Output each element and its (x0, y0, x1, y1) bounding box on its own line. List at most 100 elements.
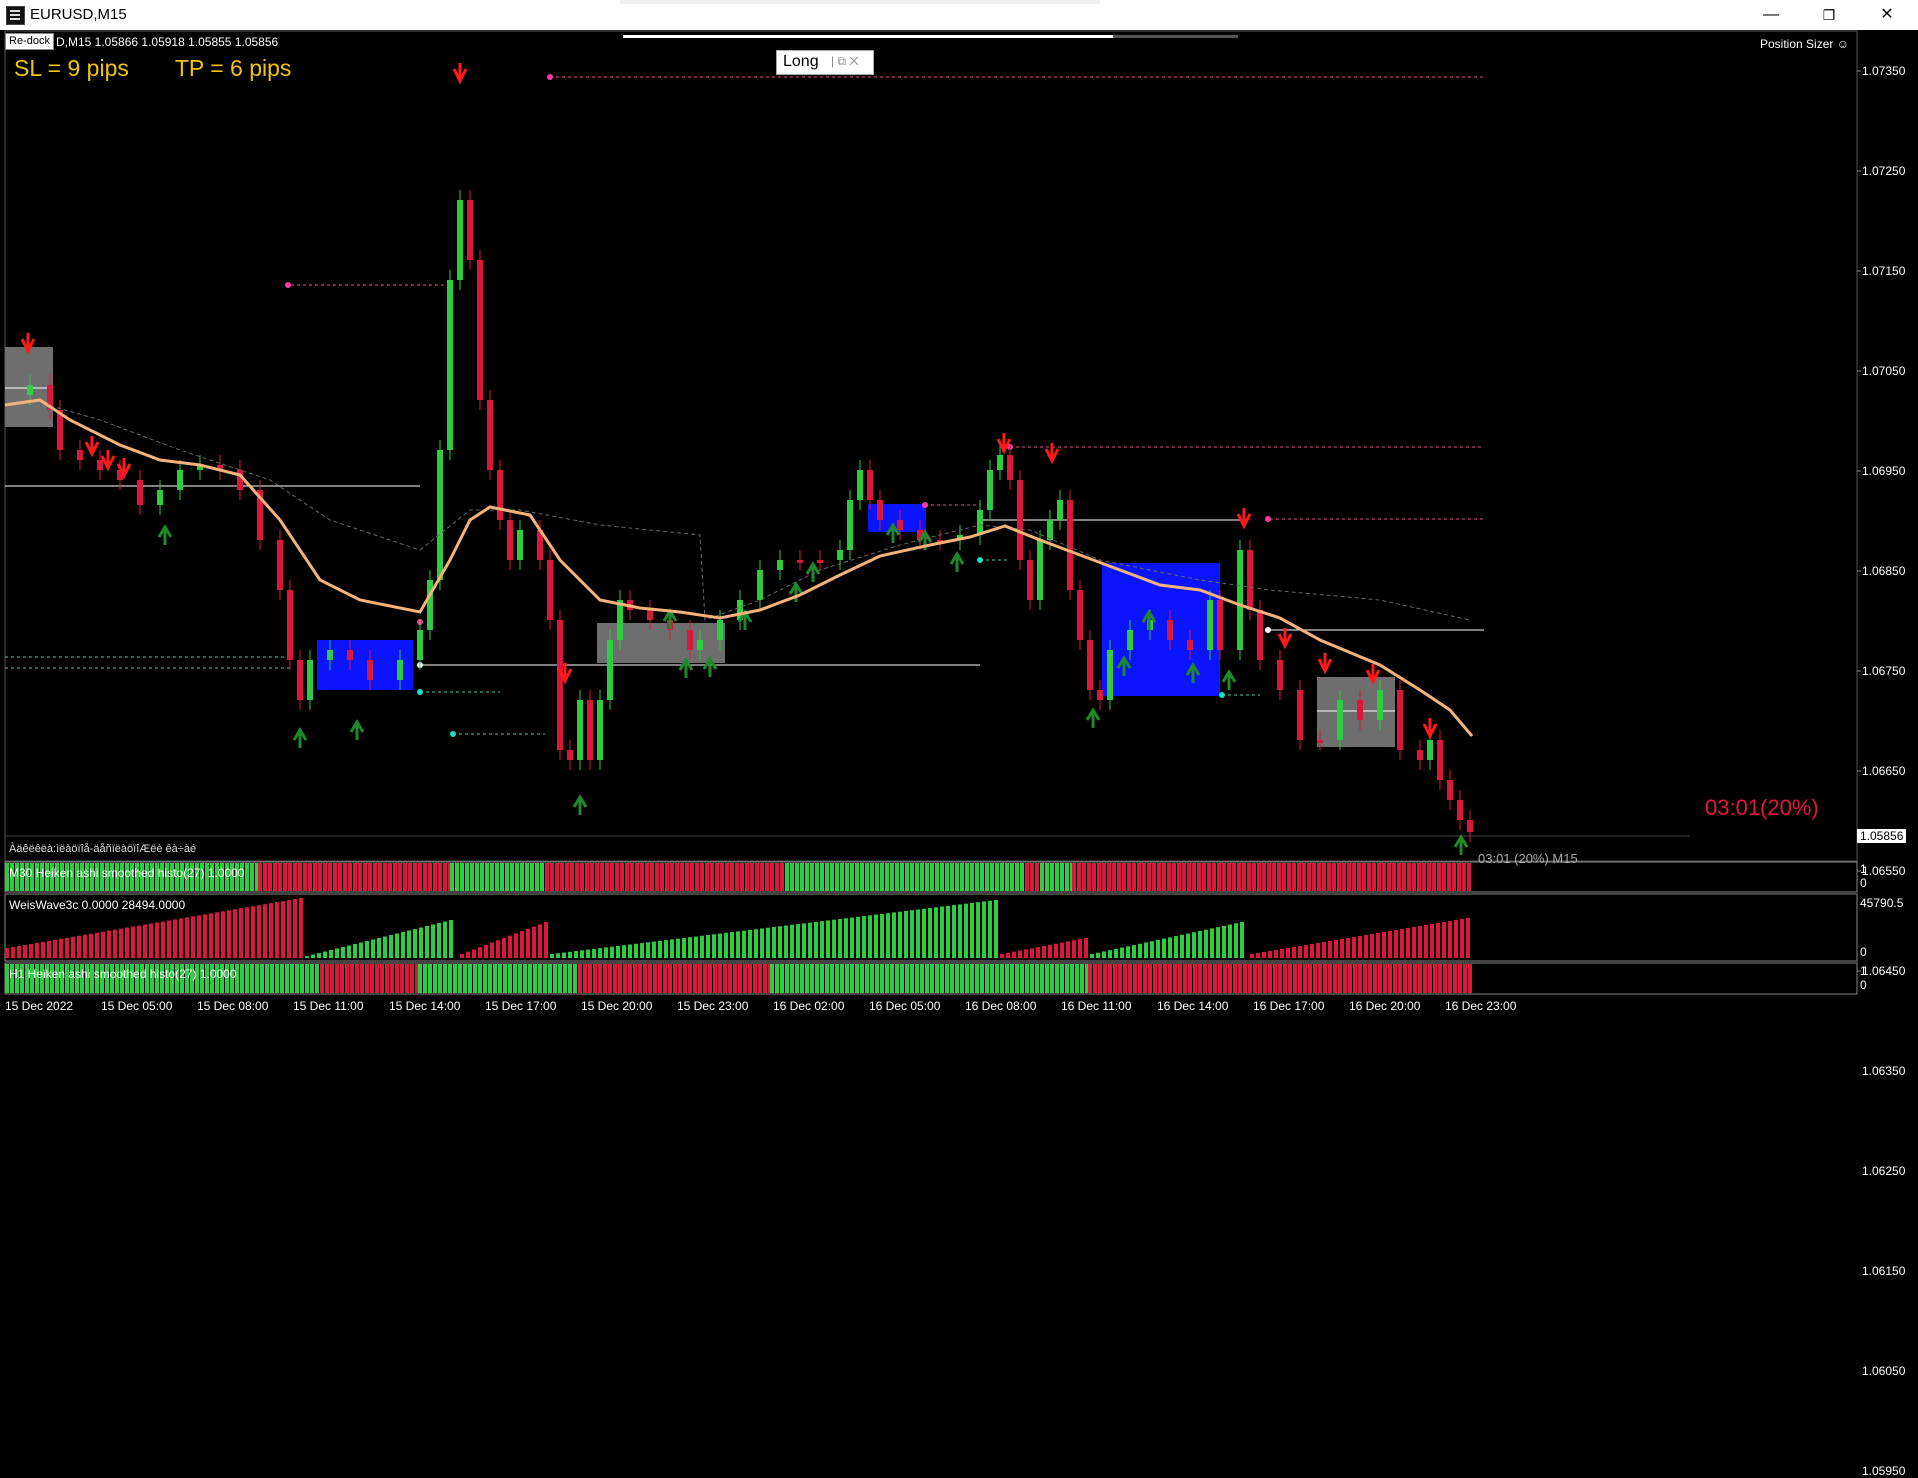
weis-bar (880, 913, 884, 958)
histogram-bar (1065, 863, 1069, 891)
weis-bar (1412, 927, 1416, 958)
weis-bar (1066, 941, 1070, 958)
histogram-bar (410, 964, 414, 993)
histogram-bar (713, 964, 717, 993)
histogram-bar (670, 863, 674, 891)
histogram-bar (1050, 863, 1054, 891)
histogram-bar (1035, 964, 1039, 993)
weis-bar (688, 937, 692, 958)
weis-bar (407, 930, 411, 958)
weis-bar (335, 948, 339, 958)
histogram-bar (1102, 863, 1106, 891)
long-panel[interactable]: Long | ⧉ ✕ (776, 50, 874, 75)
histogram-bar (563, 964, 567, 993)
histogram-bar (495, 863, 499, 891)
histogram-bar (1242, 863, 1246, 891)
histogram-bar (865, 863, 869, 891)
histogram-bar (1182, 863, 1186, 891)
histogram-bar (265, 964, 269, 993)
weis-bar (5, 948, 9, 958)
weis-bar (712, 934, 716, 958)
candle-body (477, 260, 483, 400)
weis-bar (964, 903, 968, 958)
weis-bar (1156, 939, 1160, 958)
price-tick-label: 1.06250 (1862, 1164, 1906, 1178)
redock-button[interactable]: Re-dock (5, 33, 54, 50)
weis-bar (101, 931, 105, 958)
histogram-bar (850, 964, 854, 993)
buy-arrow-icon (292, 727, 308, 748)
histogram-bar (925, 964, 929, 993)
weis-bar (215, 912, 219, 958)
price-tick-label: 1.07350 (1862, 64, 1906, 78)
time-tick-label: 16 Dec 14:00 (1157, 999, 1229, 1013)
candle-body (27, 385, 33, 395)
histogram-bar (1257, 863, 1261, 891)
histogram-bar (475, 863, 479, 891)
weis-bar (874, 914, 878, 958)
candle-body (177, 470, 183, 490)
histogram-bar (985, 964, 989, 993)
weis-bar (1268, 951, 1272, 958)
histogram-bar (398, 863, 402, 891)
histogram-bar (1208, 964, 1212, 993)
weis-bar (802, 923, 806, 958)
position-sizer-label[interactable]: Position Sizer ☺ (1760, 37, 1849, 51)
weis-bar (1096, 952, 1100, 958)
histogram-bar (763, 964, 767, 993)
candle-timer-big: 03:01(20%) (1705, 795, 1819, 820)
candle-body (517, 530, 523, 560)
weis-bar (353, 944, 357, 958)
weis-bar (1388, 931, 1392, 958)
histogram-bar (1108, 964, 1112, 993)
histogram-bar (650, 863, 654, 891)
histogram-bar (1010, 863, 1014, 891)
candle-body (1397, 690, 1403, 750)
weis-bar (778, 926, 782, 958)
histogram-bar (975, 863, 979, 891)
histogram-bar (1212, 863, 1216, 891)
histogram-bar (860, 863, 864, 891)
histogram-bar (528, 964, 532, 993)
histogram-bar (910, 863, 914, 891)
candle-body (1087, 640, 1093, 690)
histogram-bar (1308, 964, 1312, 993)
histogram-bar (1398, 964, 1402, 993)
histogram-bar (1423, 964, 1427, 993)
histogram-bar (1443, 964, 1447, 993)
long-panel-controls[interactable]: | ⧉ ✕ (831, 54, 859, 69)
weis-bar (820, 921, 824, 958)
candle-body (617, 600, 623, 640)
histogram-bar (860, 964, 864, 993)
histogram-bar (595, 863, 599, 891)
candle-body (877, 500, 883, 520)
histogram-bar (1082, 863, 1086, 891)
sell-arrow-icon (452, 63, 468, 85)
weis-bar (95, 932, 99, 958)
weis-bar (664, 940, 668, 958)
histogram-bar (620, 863, 624, 891)
weis-bar (814, 921, 818, 958)
candle-body (1167, 620, 1173, 640)
price-tick-label: 1.07050 (1862, 364, 1906, 378)
histogram-bar (1447, 863, 1451, 891)
histogram-bar (530, 863, 534, 891)
weis-bar (1310, 944, 1314, 958)
histogram-bar (250, 863, 254, 891)
histogram-bar (1035, 863, 1039, 891)
histogram-bar (305, 964, 309, 993)
histogram-bar (1368, 964, 1372, 993)
histogram-bar (325, 964, 329, 993)
price-tick-label: 1.06450 (1862, 964, 1906, 978)
histogram-bar (260, 964, 264, 993)
histogram-bar (675, 863, 679, 891)
candle-body (1017, 480, 1023, 560)
candle-body (1097, 690, 1103, 700)
histogram-bar (765, 863, 769, 891)
histogram-bar (1427, 863, 1431, 891)
histogram-bar (543, 964, 547, 993)
weis-bar (1466, 918, 1470, 958)
signal-dot (450, 731, 456, 737)
histogram-bar (1452, 863, 1456, 891)
weis-bar (916, 909, 920, 958)
